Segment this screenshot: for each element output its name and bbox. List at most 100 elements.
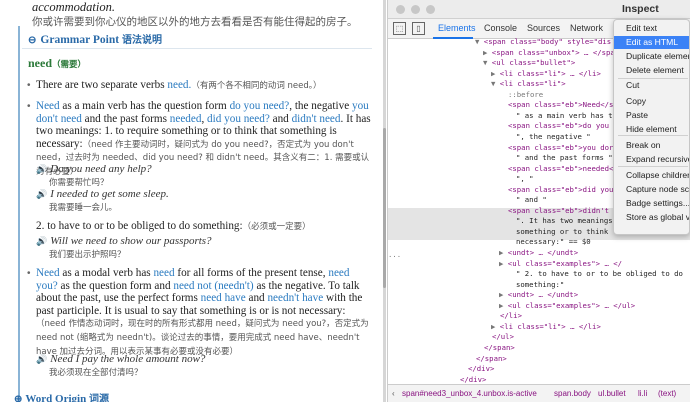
- menu-item[interactable]: Store as global variable: [626, 212, 689, 222]
- devtools-titlebar: Inspect: [388, 0, 690, 19]
- expand-arrow-icon[interactable]: ▶: [491, 69, 500, 78]
- speaker-icon[interactable]: 🔊: [36, 164, 47, 174]
- tab-elements[interactable]: Elements: [438, 23, 476, 33]
- bullet-icon: •: [27, 80, 31, 91]
- menu-item[interactable]: Collapse children: [626, 170, 689, 180]
- tab-sources[interactable]: Sources: [527, 23, 560, 33]
- menu-item[interactable]: Edit as HTML: [614, 36, 689, 49]
- menu-item[interactable]: Expand recursively: [626, 154, 689, 164]
- dom-node-line[interactable]: <span class="eb">did you: [508, 185, 613, 196]
- expand-arrow-icon[interactable]: ▼: [483, 58, 492, 67]
- expand-arrow-icon[interactable]: ▶: [499, 248, 508, 257]
- dom-node-line[interactable]: " as a main verb has the: [516, 111, 621, 122]
- example-2[interactable]: 🔊 I needed to get some sleep.: [36, 188, 169, 200]
- example-3[interactable]: 🔊 Will we need to show our passports?: [36, 235, 212, 247]
- dom-node-line[interactable]: ▼ <li class="li">: [491, 79, 566, 90]
- entry-zh: （需要）: [52, 60, 87, 70]
- dom-node-line[interactable]: <span class="eb">didn't: [508, 206, 609, 217]
- example-4[interactable]: 🔊 Need I pay the whole amount now?: [36, 353, 205, 365]
- dom-node-line[interactable]: " 2. to have to or to be obliged to do: [516, 269, 683, 280]
- speaker-icon[interactable]: 🔊: [36, 236, 47, 246]
- dom-node-line[interactable]: " and ": [516, 195, 547, 206]
- menu-item[interactable]: Capture node screenshot: [626, 184, 689, 194]
- dom-node-line[interactable]: ▶ <ul class="examples"> … </: [499, 259, 622, 270]
- dom-node-line[interactable]: something or to think th: [516, 227, 621, 238]
- dom-node-line[interactable]: something:": [516, 280, 564, 291]
- breadcrumb: ‹ span#need3_unbox_4.unbox.is-active spa…: [388, 384, 690, 402]
- menu-item[interactable]: Duplicate element: [626, 51, 689, 61]
- word-origin-title[interactable]: ⊕ Word Origin 词源: [14, 390, 109, 402]
- menu-item[interactable]: Badge settings...: [626, 198, 689, 208]
- dom-node-line[interactable]: </span>: [484, 343, 515, 354]
- expand-arrow-icon[interactable]: ▼: [491, 79, 500, 88]
- tab-network[interactable]: Network: [570, 23, 603, 33]
- example-1[interactable]: 🔊 Do you need any help?: [36, 163, 152, 175]
- expand-arrow-icon[interactable]: ▶: [499, 259, 508, 268]
- menu-separator: [618, 166, 688, 167]
- close-window-button[interactable]: [396, 5, 405, 14]
- menu-separator: [618, 135, 688, 136]
- bullet-icon: •: [27, 101, 31, 112]
- tab-console[interactable]: Console: [484, 23, 517, 33]
- menu-item[interactable]: Break on: [626, 140, 660, 150]
- breadcrumb-item[interactable]: ul.bullet: [598, 389, 626, 398]
- expand-arrow-icon[interactable]: ▶: [499, 290, 508, 299]
- expand-arrow-icon[interactable]: ▶: [483, 48, 492, 57]
- paragraph-1: There are two separate verbs need.（有两个各不…: [36, 79, 322, 91]
- dom-node-line[interactable]: </li>: [500, 311, 522, 322]
- expand-icon[interactable]: ⊕: [14, 394, 22, 402]
- breadcrumb-item[interactable]: li.li: [638, 389, 647, 398]
- scrollbar-thumb[interactable]: [383, 128, 386, 288]
- dom-node-line[interactable]: <span class="eb">do you: [508, 121, 609, 132]
- example-2-translation: 我需要睡一会儿。: [49, 203, 118, 213]
- dom-node-line[interactable]: ::before: [508, 90, 543, 101]
- grammar-point-zh: 语法说明: [121, 35, 162, 46]
- minimize-window-button[interactable]: [411, 5, 420, 14]
- breadcrumb-item[interactable]: span#need3_unbox_4.unbox.is-active: [402, 389, 537, 398]
- speaker-icon[interactable]: 🔊: [36, 189, 47, 199]
- dom-node-line[interactable]: <span class="eb">needed<: [508, 164, 613, 175]
- expand-arrow-icon[interactable]: ▼: [475, 37, 484, 46]
- menu-item[interactable]: Hide element: [626, 124, 677, 134]
- dom-node-line[interactable]: </ul>: [492, 332, 514, 343]
- entry-heading: need（需要）: [28, 56, 86, 71]
- dom-node-line[interactable]: ▼ <ul class="bullet">: [483, 58, 575, 69]
- menu-item[interactable]: Copy: [626, 96, 646, 106]
- dom-node-line[interactable]: " and the past forms ": [516, 153, 613, 164]
- grammar-point-title[interactable]: ⊖ Grammar Point 语法说明: [28, 31, 162, 46]
- paragraph-3: 2. to have to or to be obliged to do som…: [36, 220, 311, 232]
- dom-node-line[interactable]: ▶ <li class="li"> … </li>: [491, 69, 601, 80]
- window-title: Inspect: [622, 3, 659, 15]
- dom-node-line[interactable]: ▶ <ul class="examples"> … </ul>: [499, 301, 635, 312]
- inspect-element-icon[interactable]: ⬚: [393, 22, 406, 35]
- menu-item[interactable]: Cut: [626, 80, 639, 90]
- dom-node-line[interactable]: <span class="eb">Need</s: [508, 100, 613, 111]
- example-1-translation: 你需要帮忙吗？: [49, 178, 109, 188]
- breadcrumb-item[interactable]: (text): [658, 389, 676, 398]
- dom-node-line[interactable]: </span>: [476, 354, 507, 365]
- collapse-icon[interactable]: ⊖: [28, 35, 36, 46]
- menu-separator: [618, 78, 688, 79]
- dom-node-line[interactable]: necessary:" == $0: [516, 237, 591, 248]
- breadcrumb-item[interactable]: span.body: [554, 389, 591, 398]
- expand-arrow-icon[interactable]: ▶: [499, 301, 508, 310]
- expand-arrow-icon[interactable]: ▶: [491, 322, 500, 331]
- menu-item[interactable]: Edit text: [626, 23, 657, 33]
- selection-ellipsis: ...: [388, 250, 402, 259]
- breadcrumb-scroll-left[interactable]: ‹: [392, 389, 395, 398]
- dom-node-line[interactable]: ▶ <span class="unbox"> … </span: [483, 48, 619, 59]
- dom-node-line[interactable]: ". It has two meanings:: [516, 216, 617, 227]
- dom-node-line[interactable]: ▶ <li class="li"> … </li>: [491, 322, 601, 333]
- dom-node-line[interactable]: <span class="eb">you dor: [508, 143, 613, 154]
- device-toolbar-icon[interactable]: ▯: [412, 22, 425, 35]
- dom-node-line[interactable]: ▶ <undt> … </undt>: [499, 248, 578, 259]
- dom-node-line[interactable]: ▶ <undt> … </undt>: [499, 290, 578, 301]
- dom-node-line[interactable]: ", ": [516, 174, 534, 185]
- speaker-icon[interactable]: 🔊: [36, 354, 47, 364]
- zoom-window-button[interactable]: [426, 5, 435, 14]
- dom-node-line[interactable]: ", the negative ": [516, 132, 591, 143]
- menu-item[interactable]: Delete element: [626, 65, 684, 75]
- dom-node-line[interactable]: ▼ <span class="body" style="dis: [475, 37, 611, 48]
- menu-item[interactable]: Paste: [626, 110, 648, 120]
- dom-node-line[interactable]: </div>: [468, 364, 494, 375]
